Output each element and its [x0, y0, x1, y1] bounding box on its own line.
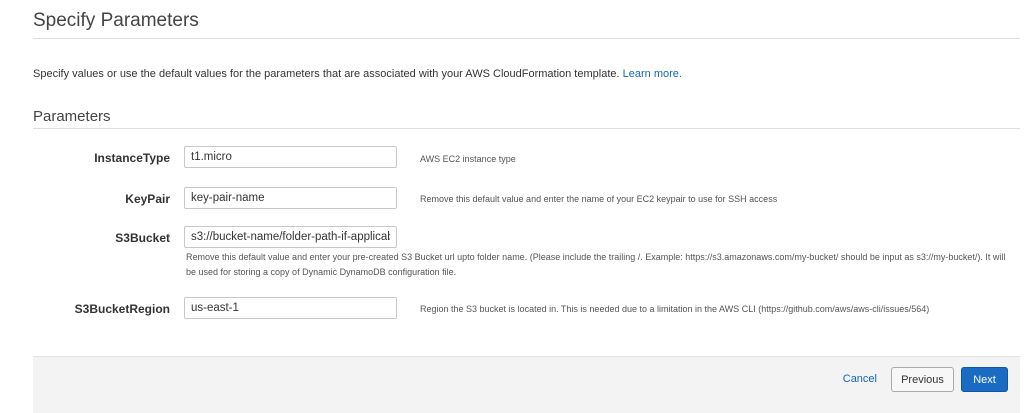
section-title: Parameters [33, 108, 111, 125]
wizard-footer: Cancel Previous Next [33, 356, 1020, 413]
keypair-description: Remove this default value and enter the … [420, 194, 778, 204]
learn-more-link[interactable]: Learn more. [623, 68, 682, 80]
title-divider [33, 38, 1020, 39]
instancetype-input[interactable] [184, 146, 397, 168]
previous-button[interactable]: Previous [891, 367, 954, 392]
param-label-s3bucket: S3Bucket [115, 231, 170, 245]
intro-paragraph: Specify values or use the default values… [33, 68, 682, 80]
section-divider [33, 128, 1020, 129]
param-label-instancetype: InstanceType [94, 151, 170, 165]
s3bucket-description: Remove this default value and enter your… [186, 252, 1006, 277]
param-label-keypair: KeyPair [125, 192, 170, 206]
instancetype-description: AWS EC2 instance type [420, 154, 516, 164]
s3bucket-input[interactable] [184, 226, 397, 248]
page-title: Specify Parameters [33, 10, 199, 31]
s3bucketregion-description: Region the S3 bucket is located in. This… [420, 304, 930, 314]
intro-text: Specify values or use the default values… [33, 68, 620, 80]
keypair-input[interactable] [184, 187, 397, 209]
next-button[interactable]: Next [961, 367, 1008, 392]
specify-parameters-page: Specify Parameters Specify values or use… [0, 0, 1024, 413]
param-label-s3bucketregion: S3BucketRegion [74, 302, 170, 316]
cancel-button[interactable]: Cancel [841, 369, 879, 389]
s3bucketregion-input[interactable] [184, 297, 397, 319]
